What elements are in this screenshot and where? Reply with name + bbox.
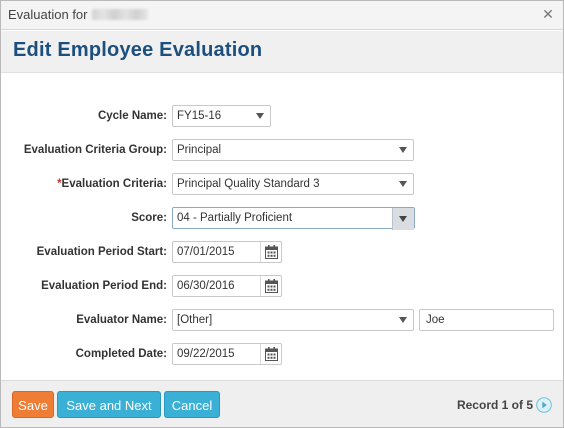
period-start-value: 07/01/2015 bbox=[177, 246, 235, 258]
criteria-select[interactable]: Principal Quality Standard 3 bbox=[172, 173, 414, 195]
period-end-row: Evaluation Period End: 06/30/2016 bbox=[1, 275, 563, 299]
chevron-down-icon bbox=[256, 113, 264, 119]
score-select[interactable]: 04 - Partially Proficient bbox=[172, 207, 415, 230]
page-header: Edit Employee Evaluation bbox=[1, 31, 563, 73]
record-counter: Record 1 of 5 bbox=[456, 398, 533, 412]
score-label: Score: bbox=[131, 212, 167, 224]
close-icon[interactable]: ✕ bbox=[541, 6, 555, 22]
completed-date-row: Completed Date: 09/22/2015 bbox=[1, 343, 563, 367]
criteria-group-row: Evaluation Criteria Group: Principal bbox=[1, 139, 563, 163]
criteria-value: Principal Quality Standard 3 bbox=[177, 178, 320, 190]
period-end-value: 06/30/2016 bbox=[177, 280, 235, 292]
chevron-down-icon bbox=[399, 216, 407, 222]
score-dropdown-button[interactable] bbox=[392, 208, 414, 230]
score-row: Score: 04 - Partially Proficient bbox=[1, 207, 563, 231]
page-title: Edit Employee Evaluation bbox=[13, 39, 263, 61]
title-bar: Evaluation for ✕ bbox=[1, 1, 563, 30]
evaluator-other-name-value: Joe bbox=[426, 314, 445, 326]
evaluator-select[interactable]: [Other] bbox=[172, 309, 414, 331]
next-record-icon[interactable] bbox=[536, 397, 552, 413]
period-start-row: Evaluation Period Start: 07/01/2015 bbox=[1, 241, 563, 265]
cancel-button[interactable]: Cancel bbox=[164, 391, 220, 418]
criteria-label: *Evaluation Criteria: bbox=[57, 178, 167, 190]
completed-date-input[interactable]: 09/22/2015 bbox=[172, 343, 282, 365]
calendar-icon[interactable] bbox=[260, 242, 281, 262]
score-value: 04 - Partially Proficient bbox=[177, 212, 293, 224]
chevron-down-icon bbox=[399, 147, 407, 153]
window-title-text: Evaluation for bbox=[8, 7, 88, 22]
calendar-icon[interactable] bbox=[260, 344, 281, 364]
cycle-name-label: Cycle Name: bbox=[97, 110, 167, 122]
window-title: Evaluation for bbox=[8, 7, 148, 22]
save-button[interactable]: Save bbox=[12, 391, 54, 418]
chevron-down-icon bbox=[399, 317, 407, 323]
evaluator-value: [Other] bbox=[177, 314, 213, 326]
calendar-icon[interactable] bbox=[260, 276, 281, 296]
redacted-employee-name bbox=[91, 9, 148, 20]
save-and-next-button[interactable]: Save and Next bbox=[57, 391, 161, 418]
evaluator-label: Evaluator Name: bbox=[76, 314, 167, 326]
criteria-group-value: Principal bbox=[177, 144, 222, 156]
period-end-label: Evaluation Period End: bbox=[41, 280, 167, 292]
period-end-date-input[interactable]: 06/30/2016 bbox=[172, 275, 282, 297]
cycle-name-value: FY15-16 bbox=[177, 110, 222, 122]
dialog-footer: Save Save and Next Cancel Record 1 of 5 bbox=[1, 380, 563, 427]
evaluator-row: Evaluator Name: [Other] Joe bbox=[1, 309, 563, 333]
evaluator-other-name-input[interactable]: Joe bbox=[419, 309, 554, 331]
criteria-row: *Evaluation Criteria: Principal Quality … bbox=[1, 173, 563, 197]
period-start-date-input[interactable]: 07/01/2015 bbox=[172, 241, 282, 263]
period-start-label: Evaluation Period Start: bbox=[36, 246, 167, 258]
criteria-label-text: Evaluation Criteria: bbox=[61, 178, 167, 190]
chevron-down-icon bbox=[399, 181, 407, 187]
cycle-name-select[interactable]: FY15-16 bbox=[172, 105, 271, 127]
completed-date-label: Completed Date: bbox=[75, 348, 167, 360]
evaluation-dialog: Evaluation for ✕ Edit Employee Evaluatio… bbox=[0, 0, 564, 428]
cycle-name-row: Cycle Name: FY15-16 bbox=[1, 105, 563, 129]
criteria-group-label: Evaluation Criteria Group: bbox=[23, 144, 167, 156]
completed-date-value: 09/22/2015 bbox=[177, 348, 235, 360]
criteria-group-select[interactable]: Principal bbox=[172, 139, 414, 161]
